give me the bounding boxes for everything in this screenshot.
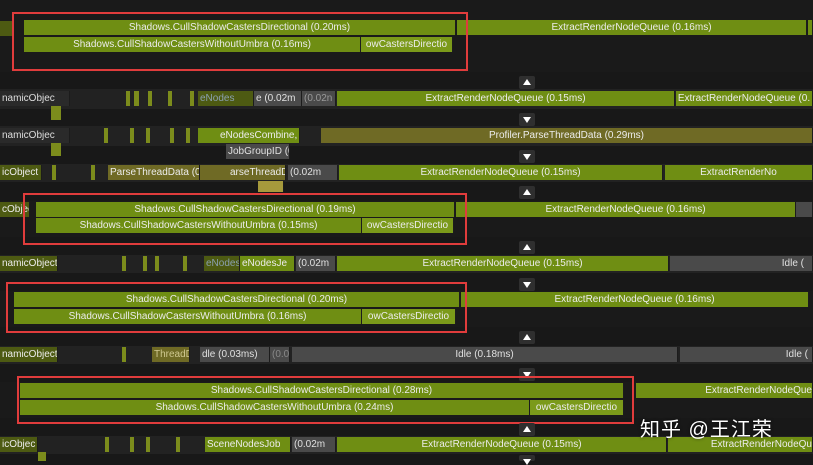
profiler-bar[interactable] <box>143 256 147 271</box>
profiler-bar[interactable]: namicObjec <box>0 91 70 106</box>
profiler-bar[interactable]: (0.02n <box>302 91 336 106</box>
profiler-bar[interactable]: ExtractRenderNodeQueue (0.15ms) <box>337 437 667 452</box>
profiler-bar[interactable]: namicObjec <box>0 128 70 143</box>
expand-down-icon[interactable] <box>519 455 535 465</box>
profiler-bar[interactable]: ExtractRenderNo <box>665 165 813 180</box>
profiler-bar[interactable]: ExtractRenderNodeQueue (0.15ms) <box>339 165 663 180</box>
profiler-bar[interactable]: cObjec <box>0 202 30 217</box>
profiler-bar[interactable] <box>186 128 190 143</box>
profiler-bar[interactable]: ExtractRenderNodeQueue (0.16ms) <box>461 292 809 307</box>
profiler-bar[interactable]: eNodesCombine, <box>198 128 300 143</box>
profiler-bar[interactable]: owCastersDirectio <box>361 37 453 52</box>
profiler-bar[interactable] <box>808 20 813 35</box>
profiler-bar[interactable] <box>51 106 61 120</box>
profiler-bar[interactable]: Shadows.CullShadowCastersWithoutUmbra (0… <box>24 37 361 52</box>
profiler-bar[interactable] <box>122 347 126 362</box>
profiler-bar[interactable]: JobGroupID (0 <box>226 144 290 159</box>
profiler-bar[interactable]: Shadows.CullShadowCastersWithoutUmbra (0… <box>36 218 362 233</box>
profiler-bar[interactable] <box>38 452 46 461</box>
profiler-bar[interactable]: Idle ( <box>670 256 813 271</box>
profiler-bar[interactable]: ExtractRenderNodeQueue (0.15ms) <box>337 256 669 271</box>
profiler-bar[interactable] <box>190 91 194 106</box>
profiler-bar[interactable] <box>0 21 14 36</box>
profiler-bar[interactable]: arseThreadData <box>200 165 286 180</box>
expand-down-icon[interactable] <box>519 278 535 291</box>
profiler-bar[interactable] <box>176 437 180 452</box>
profiler-bar[interactable]: Shadows.CullShadowCastersDirectional (0.… <box>36 202 455 217</box>
expand-down-icon[interactable] <box>519 368 535 381</box>
profiler-bar[interactable]: ThreadD <box>152 347 190 362</box>
profiler-bar[interactable] <box>796 202 813 217</box>
profiler-bar[interactable] <box>146 128 150 143</box>
profiler-bar[interactable] <box>105 437 109 452</box>
profiler-bar[interactable]: Shadows.CullShadowCastersDirectional (0.… <box>14 292 460 307</box>
profiler-bar[interactable] <box>52 165 56 180</box>
profiler-bar[interactable]: e (0.02m <box>254 91 302 106</box>
profiler-bar[interactable] <box>126 91 130 106</box>
profiler-bar[interactable] <box>130 128 134 143</box>
profiler-bar[interactable]: ExtractRenderNodeQueue (0.15ms) <box>337 91 675 106</box>
profiler-bar[interactable]: Idle ( <box>680 347 813 362</box>
profiler-bar[interactable]: icObject <box>0 165 42 180</box>
profiler-bar[interactable]: (0.02m <box>292 437 336 452</box>
profiler-bar[interactable]: eNodes <box>198 91 254 106</box>
profiler-bar[interactable]: namicObject <box>0 347 58 362</box>
watermark: 知乎 @王江荣 <box>640 419 773 441</box>
expand-down-icon[interactable] <box>519 150 535 163</box>
profiler-bar[interactable]: Shadows.CullShadowCastersDirectional (0.… <box>20 383 624 398</box>
profiler-bar[interactable]: Shadows.CullShadowCastersWithoutUmbra (0… <box>20 400 530 415</box>
profiler-bar[interactable]: owCastersDirectio <box>362 218 454 233</box>
profiler-bar[interactable] <box>155 256 159 271</box>
profiler-bar[interactable]: eNodes <box>204 256 240 271</box>
profiler-bar[interactable] <box>146 437 150 452</box>
profiler-bar[interactable]: ExtractRenderNodeQueue (0. <box>676 91 813 106</box>
profiler-bar[interactable]: ExtractRenderNodeQueue (0.16ms) <box>456 202 796 217</box>
profiler-bar[interactable] <box>170 128 174 143</box>
profiler-bar[interactable] <box>130 437 134 452</box>
profiler-bar[interactable] <box>134 91 139 106</box>
profiler-bar[interactable]: (0.01 <box>270 347 290 362</box>
profiler-bar[interactable] <box>122 256 126 271</box>
collapse-up-icon[interactable] <box>519 76 535 89</box>
profiler-bar[interactable]: Shadows.CullShadowCastersWithoutUmbra (0… <box>14 309 362 324</box>
profiler-bar[interactable]: Profiler.ParseThreadData (0.29ms) <box>321 128 813 143</box>
profiler-bar[interactable]: icObjec <box>0 437 38 452</box>
profiler-bar[interactable]: ParseThreadData (0 <box>108 165 200 180</box>
profiler-bar[interactable] <box>148 91 152 106</box>
profiler-bar[interactable]: dle (0.03ms) <box>200 347 270 362</box>
profiler-bar[interactable] <box>51 143 61 156</box>
collapse-up-icon[interactable] <box>519 241 535 254</box>
profiler-bar[interactable]: (0.02m <box>288 165 338 180</box>
profiler-bar[interactable]: (0.02m <box>296 256 336 271</box>
profiler-bar[interactable] <box>168 91 172 106</box>
profiler-bar[interactable] <box>183 256 187 271</box>
profiler-bar[interactable]: SceneNodesJob <box>205 437 291 452</box>
collapse-up-icon[interactable] <box>519 331 535 344</box>
thread-row-1 <box>0 0 813 72</box>
profiler-bar[interactable]: ExtractRenderNodeQueue (0.16ms) <box>457 20 807 35</box>
profiler-bar[interactable]: namicObject <box>0 256 58 271</box>
collapse-up-icon[interactable] <box>519 423 535 436</box>
profiler-bar[interactable] <box>91 165 95 180</box>
profiler-bar[interactable]: Idle (0.18ms) <box>292 347 678 362</box>
profiler-bar[interactable]: ExtractRenderNodeQue <box>636 383 813 398</box>
profiler-bar[interactable]: owCastersDirectio <box>530 400 624 415</box>
profiler-bar[interactable]: owCastersDirectio <box>362 309 456 324</box>
profiler-bar[interactable]: Shadows.CullShadowCastersDirectional (0.… <box>24 20 456 35</box>
profiler-bar[interactable]: eNodesJe <box>240 256 295 271</box>
profiler-bar[interactable] <box>258 181 284 192</box>
profiler-bar[interactable] <box>104 128 108 143</box>
expand-down-icon[interactable] <box>519 113 535 126</box>
collapse-up-icon[interactable] <box>519 186 535 199</box>
